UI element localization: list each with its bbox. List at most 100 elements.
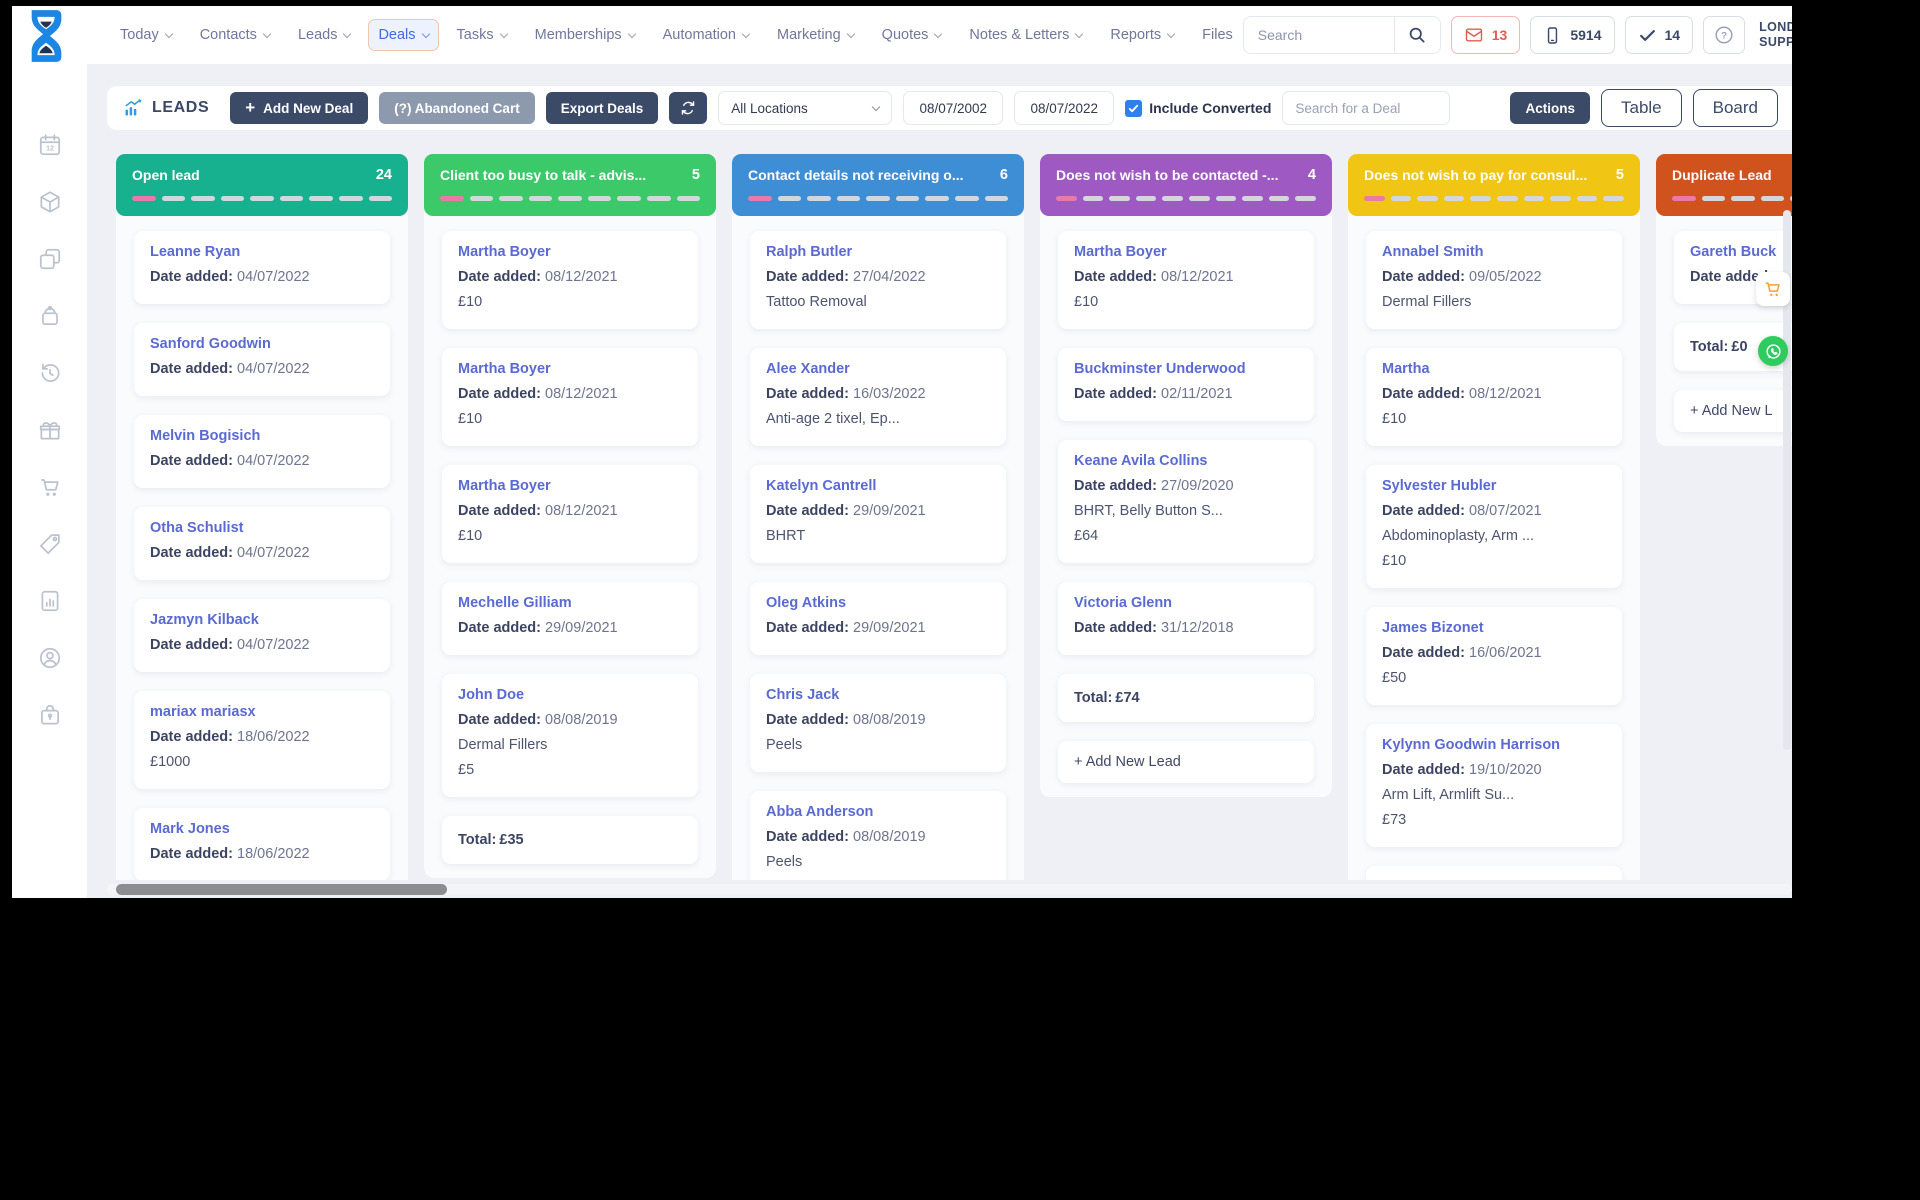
- column-header[interactable]: Does not wish to be contacted -...4: [1040, 154, 1332, 216]
- lead-name[interactable]: Ralph Butler: [766, 244, 990, 260]
- lead-name[interactable]: Annabel Smith: [1382, 244, 1606, 260]
- lead-card[interactable]: Ralph ButlerDate added: 27/04/2022Tattoo…: [750, 231, 1006, 329]
- lead-card[interactable]: Martha BoyerDate added: 08/12/2021£10: [442, 231, 698, 329]
- phone-badge[interactable]: 5914: [1530, 16, 1614, 54]
- date-to-input[interactable]: [1014, 91, 1114, 125]
- date-from-input[interactable]: [903, 91, 1003, 125]
- copy-icon[interactable]: [37, 246, 63, 272]
- lead-name[interactable]: Alee Xander: [766, 361, 990, 377]
- lead-card[interactable]: Sylvester HublerDate added: 08/07/2021Ab…: [1366, 465, 1622, 588]
- lead-name[interactable]: Mechelle Gilliam: [458, 595, 682, 611]
- lead-name[interactable]: Martha: [1382, 361, 1606, 377]
- lead-card[interactable]: MarthaDate added: 08/12/2021£10: [1366, 348, 1622, 446]
- lead-card[interactable]: Sanford GoodwinDate added: 04/07/2022: [134, 323, 390, 396]
- horizontal-scrollbar-thumb[interactable]: [116, 884, 447, 895]
- column-header[interactable]: Client too busy to talk - advis...5: [424, 154, 716, 216]
- mail-badge[interactable]: 13: [1451, 16, 1521, 54]
- lead-name[interactable]: Melvin Bogisich: [150, 428, 374, 444]
- search-input[interactable]: [1244, 27, 1394, 43]
- nav-item-tasks[interactable]: Tasks: [447, 19, 517, 51]
- column-header[interactable]: Does not wish to pay for consul...5: [1348, 154, 1640, 216]
- lead-name[interactable]: Abba Anderson: [766, 804, 990, 820]
- gift-icon[interactable]: [37, 417, 63, 443]
- export-deals-button[interactable]: Export Deals: [546, 92, 659, 124]
- horizontal-scrollbar-track[interactable]: [107, 884, 1792, 895]
- include-converted-checkbox[interactable]: [1125, 100, 1142, 117]
- add-new-lead-card[interactable]: + Add New Lead: [1058, 741, 1314, 783]
- lead-name[interactable]: John Doe: [458, 687, 682, 703]
- lead-name[interactable]: Sanford Goodwin: [150, 336, 374, 352]
- nav-item-marketing[interactable]: Marketing: [767, 19, 864, 51]
- lead-name[interactable]: Gareth Buck: [1690, 244, 1792, 260]
- lead-name[interactable]: Kylynn Goodwin Harrison: [1382, 737, 1606, 753]
- lead-card[interactable]: Melvin BogisichDate added: 04/07/2022: [134, 415, 390, 488]
- lead-card[interactable]: Kylynn Goodwin HarrisonDate added: 19/10…: [1366, 724, 1622, 847]
- lead-card[interactable]: [1366, 866, 1622, 880]
- lead-name[interactable]: Martha Boyer: [458, 361, 682, 377]
- lead-card[interactable]: Mark JonesDate added: 18/06/2022: [134, 808, 390, 880]
- lead-card[interactable]: Katelyn CantrellDate added: 29/09/2021BH…: [750, 465, 1006, 563]
- lead-name[interactable]: Otha Schulist: [150, 520, 374, 536]
- abandoned-cart-button[interactable]: (?) Abandoned Cart: [379, 92, 535, 124]
- nav-item-leads[interactable]: Leads: [288, 19, 361, 51]
- lead-name[interactable]: Martha Boyer: [458, 244, 682, 260]
- search-button[interactable]: [1394, 17, 1440, 53]
- calendar-icon[interactable]: 12: [37, 132, 63, 158]
- cart-icon[interactable]: [37, 474, 63, 500]
- lead-name[interactable]: Leanne Ryan: [150, 244, 374, 260]
- lead-card[interactable]: Leanne RyanDate added: 04/07/2022: [134, 231, 390, 304]
- nav-item-reports[interactable]: Reports: [1100, 19, 1184, 51]
- lead-card[interactable]: Jazmyn KilbackDate added: 04/07/2022: [134, 599, 390, 672]
- lock-icon[interactable]: [37, 702, 63, 728]
- nav-item-memberships[interactable]: Memberships: [525, 19, 645, 51]
- actions-button[interactable]: Actions: [1510, 92, 1590, 124]
- nav-item-automation[interactable]: Automation: [653, 19, 759, 51]
- add-new-lead-card[interactable]: + Add New L: [1674, 390, 1792, 432]
- lead-card[interactable]: Abba AndersonDate added: 08/08/2019Peels: [750, 791, 1006, 880]
- lead-card[interactable]: Annabel SmithDate added: 09/05/2022Derma…: [1366, 231, 1622, 329]
- column-total-card[interactable]: Total:£74: [1058, 674, 1314, 722]
- lead-card[interactable]: Martha BoyerDate added: 08/12/2021£10: [442, 348, 698, 446]
- column-header[interactable]: Duplicate Lead: [1656, 154, 1792, 216]
- tasks-badge[interactable]: 14: [1625, 16, 1694, 54]
- lead-card[interactable]: Buckminster UnderwoodDate added: 02/11/2…: [1058, 348, 1314, 421]
- column-total-card[interactable]: Total:£35: [442, 816, 698, 864]
- nav-item-deals[interactable]: Deals: [368, 19, 438, 51]
- lead-card[interactable]: Chris JackDate added: 08/08/2019Peels: [750, 674, 1006, 772]
- account-icon[interactable]: [37, 645, 63, 671]
- lead-card[interactable]: Martha BoyerDate added: 08/12/2021£10: [442, 465, 698, 563]
- lead-name[interactable]: Martha Boyer: [1074, 244, 1298, 260]
- lead-name[interactable]: Jazmyn Kilback: [150, 612, 374, 628]
- deal-search-input[interactable]: [1282, 91, 1450, 125]
- lead-name[interactable]: Martha Boyer: [458, 478, 682, 494]
- nav-item-files[interactable]: Files: [1192, 19, 1243, 51]
- whatsapp-floating-button[interactable]: [1758, 336, 1788, 366]
- lead-card[interactable]: John DoeDate added: 08/08/2019Dermal Fil…: [442, 674, 698, 797]
- jar-icon[interactable]: [37, 303, 63, 329]
- package-icon[interactable]: [37, 189, 63, 215]
- nav-item-notes-letters[interactable]: Notes & Letters: [959, 19, 1092, 51]
- lead-name[interactable]: mariax mariasx: [150, 704, 374, 720]
- table-view-button[interactable]: Table: [1601, 89, 1682, 127]
- lead-card[interactable]: Victoria GlennDate added: 31/12/2018: [1058, 582, 1314, 655]
- refresh-button[interactable]: [669, 92, 707, 124]
- lead-card[interactable]: Martha BoyerDate added: 08/12/2021£10: [1058, 231, 1314, 329]
- lead-name[interactable]: Keane Avila Collins: [1074, 453, 1298, 469]
- lead-card[interactable]: Alee XanderDate added: 16/03/2022Anti-ag…: [750, 348, 1006, 446]
- lead-name[interactable]: Victoria Glenn: [1074, 595, 1298, 611]
- lead-card[interactable]: Mechelle GilliamDate added: 29/09/2021: [442, 582, 698, 655]
- lead-card[interactable]: Keane Avila CollinsDate added: 27/09/202…: [1058, 440, 1314, 563]
- app-logo-hourglass-icon[interactable]: [24, 9, 70, 63]
- lead-name[interactable]: Mark Jones: [150, 821, 374, 837]
- column-header[interactable]: Contact details not receiving o...6: [732, 154, 1024, 216]
- lead-name[interactable]: Oleg Atkins: [766, 595, 990, 611]
- history-icon[interactable]: [37, 360, 63, 386]
- help-button[interactable]: ?: [1703, 16, 1745, 54]
- nav-item-contacts[interactable]: Contacts: [190, 19, 280, 51]
- abandoned-cart-floating-button[interactable]: [1756, 272, 1790, 306]
- lead-name[interactable]: Buckminster Underwood: [1074, 361, 1298, 377]
- lead-card[interactable]: James BizonetDate added: 16/06/2021£50: [1366, 607, 1622, 705]
- lead-card[interactable]: Otha SchulistDate added: 04/07/2022: [134, 507, 390, 580]
- lead-card[interactable]: mariax mariasxDate added: 18/06/2022£100…: [134, 691, 390, 789]
- lead-name[interactable]: Katelyn Cantrell: [766, 478, 990, 494]
